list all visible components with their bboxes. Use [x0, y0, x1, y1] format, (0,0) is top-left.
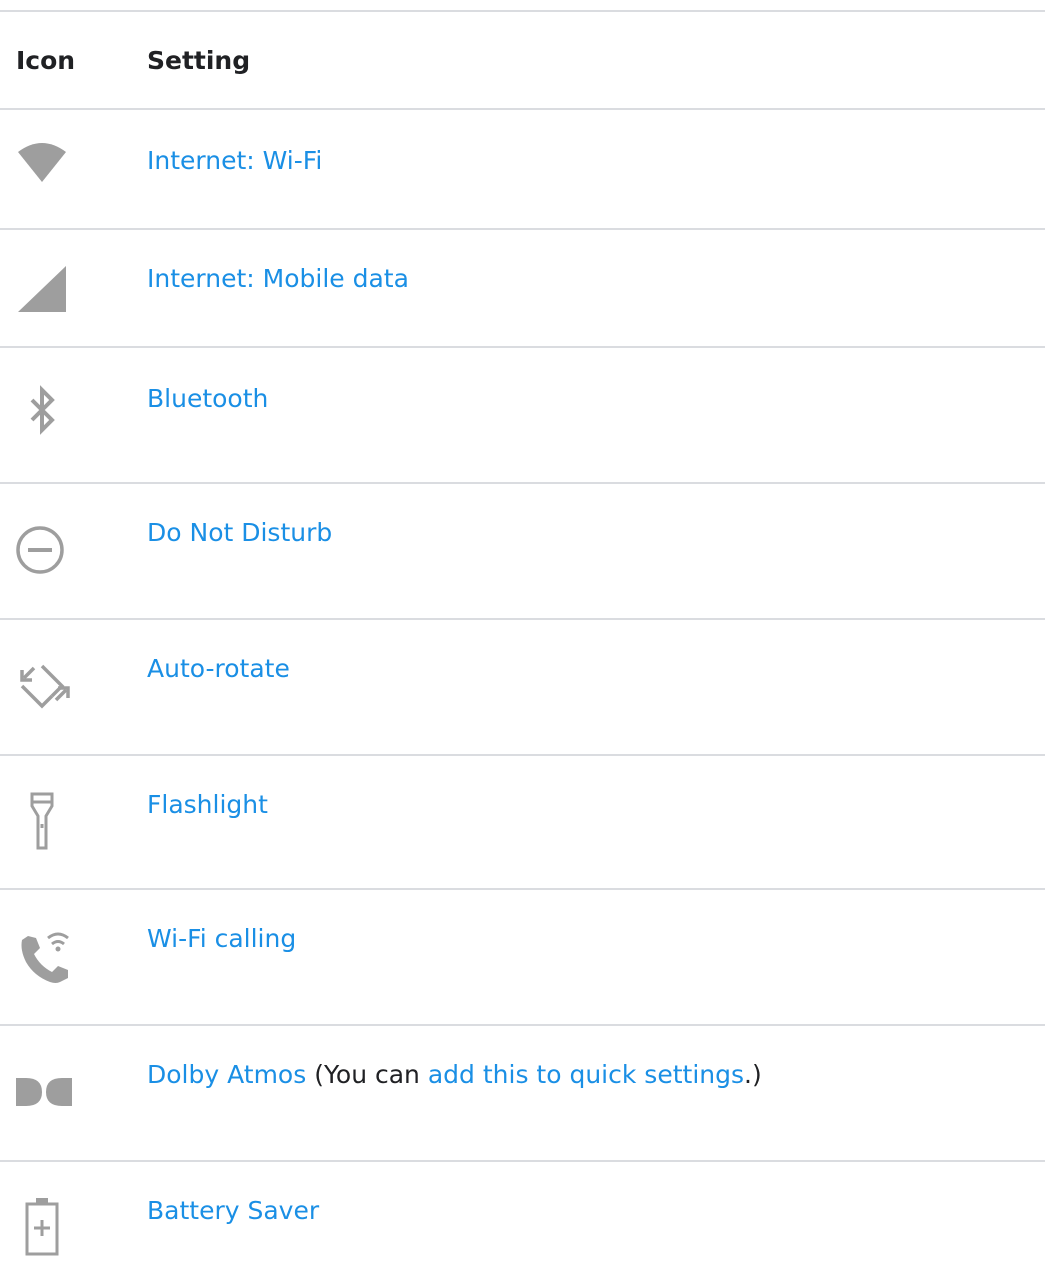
link-bluetooth[interactable]: Bluetooth: [147, 384, 268, 413]
table-row: Battery Saver: [0, 1162, 1045, 1286]
link-add-to-quick-settings[interactable]: add this to quick settings: [428, 1060, 744, 1089]
link-battery-saver[interactable]: Battery Saver: [147, 1196, 319, 1225]
dolby-icon: [12, 1062, 72, 1122]
link-wifi-calling[interactable]: Wi-Fi calling: [147, 924, 296, 953]
mobile-signal-icon: [12, 256, 72, 316]
bluetooth-icon: [12, 384, 72, 444]
link-do-not-disturb[interactable]: Do Not Disturb: [147, 518, 332, 547]
header-icon-column: Icon: [16, 46, 76, 75]
dolby-note-suffix: .): [744, 1060, 762, 1089]
link-dolby-atmos[interactable]: Dolby Atmos: [147, 1060, 306, 1089]
dolby-note-prefix: (You can: [306, 1060, 428, 1089]
header-setting-column: Setting: [147, 46, 251, 75]
link-internet-mobile-data[interactable]: Internet: Mobile data: [147, 264, 409, 293]
wifi-icon: [12, 136, 72, 196]
table-row: Do Not Disturb: [0, 484, 1045, 620]
link-flashlight[interactable]: Flashlight: [147, 790, 268, 819]
table-row: Wi-Fi calling: [0, 890, 1045, 1026]
table-row: Internet: Mobile data: [0, 230, 1045, 348]
table-row: Dolby Atmos (You can add this to quick s…: [0, 1026, 1045, 1162]
table-row: Bluetooth: [0, 348, 1045, 484]
table-row: Flashlight: [0, 756, 1045, 890]
table-row: Auto-rotate: [0, 620, 1045, 756]
do-not-disturb-icon: [12, 520, 72, 580]
table-row: Internet: Wi-Fi: [0, 110, 1045, 230]
link-auto-rotate[interactable]: Auto-rotate: [147, 654, 290, 683]
flashlight-icon: [12, 790, 72, 850]
wifi-calling-icon: [12, 926, 72, 986]
link-internet-wifi[interactable]: Internet: Wi-Fi: [147, 146, 322, 175]
table-header: Icon Setting: [0, 12, 1045, 110]
auto-rotate-icon: [12, 656, 72, 716]
battery-saver-icon: [12, 1196, 72, 1256]
